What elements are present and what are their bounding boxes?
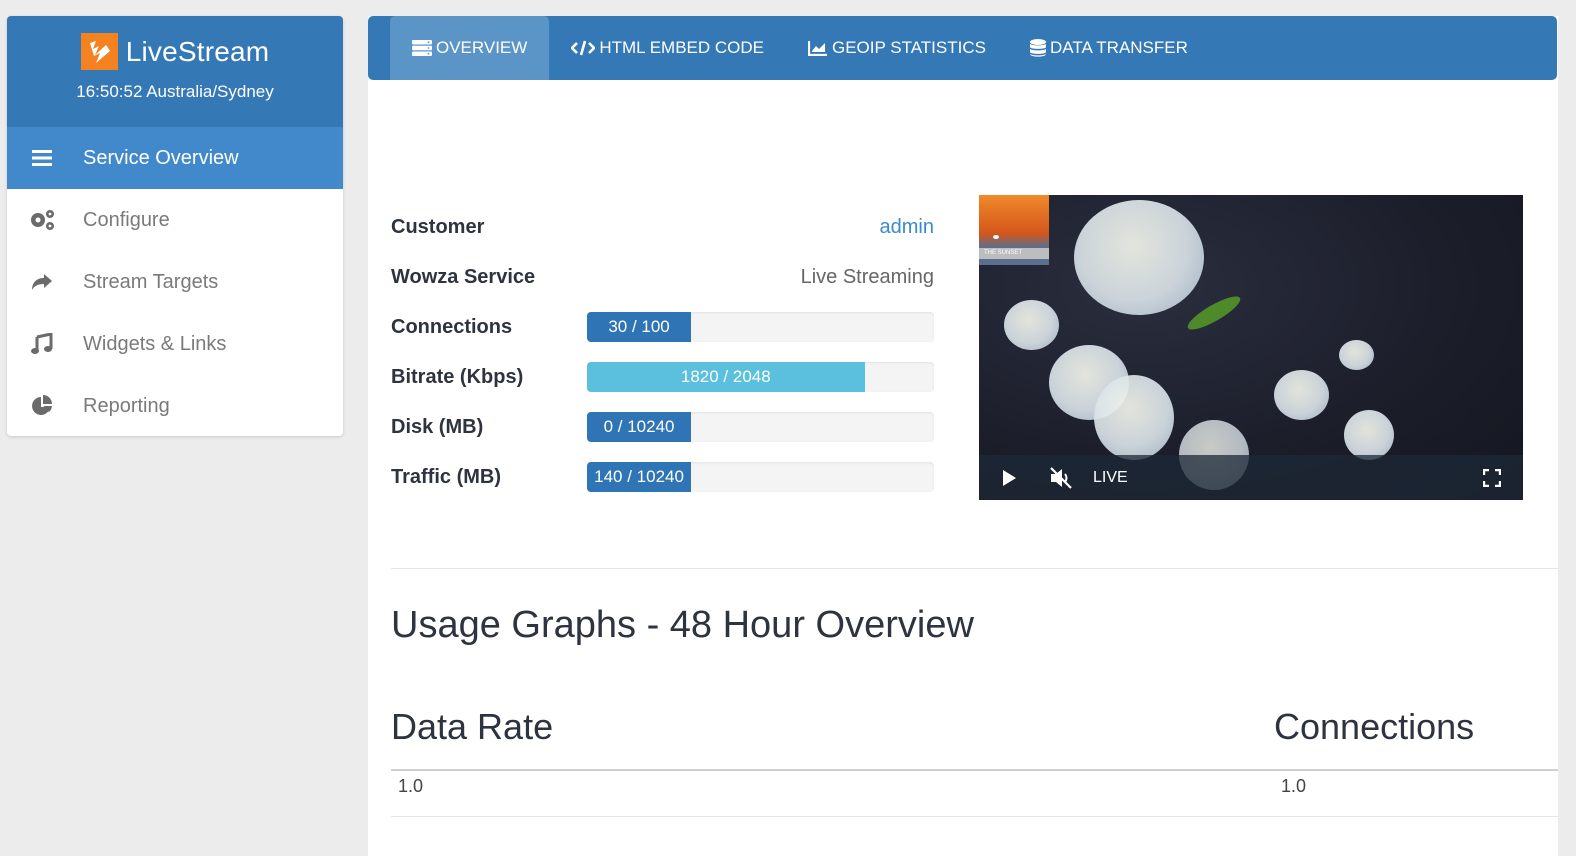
traffic-progress: 140 / 10240 [587,462,934,492]
video-frame-jellyfish [1274,370,1329,420]
video-frame-jellyfish [1004,300,1059,350]
service-row: Wowza Service Live Streaming [391,252,934,302]
customer-link[interactable]: admin [880,216,934,239]
bitrate-row: Bitrate (Kbps) 1820 / 2048 [391,352,934,402]
traffic-row: Traffic (MB) 140 / 10240 [391,452,934,502]
meter-label: Disk (MB) [391,415,484,438]
tab-bar: OVERVIEW HTML EMBED CODE GEOIP STATISTIC… [368,16,1557,80]
tab-overview[interactable]: OVERVIEW [390,16,550,80]
server-clock: 16:50:52 Australia/Sydney [76,82,274,101]
graph-grid-line [391,816,1558,817]
tab-label: GEOIP STATISTICS [832,38,986,57]
sidebar-item-label: Service Overview [83,146,239,169]
sidebar-item-label: Stream Targets [83,270,219,293]
sidebar-item-label: Reporting [83,394,170,417]
server-icon [412,40,432,56]
usage-graphs-title: Usage Graphs - 48 Hour Overview [391,604,974,646]
customer-label: Customer [391,215,485,238]
tab-html-embed-code[interactable]: HTML EMBED CODE [549,16,786,80]
tab-label: OVERVIEW [436,38,528,57]
meter-label: Connections [391,315,513,338]
connections-row: Connections 30 / 100 [391,302,934,352]
sidebar-item-label: Configure [83,208,170,231]
video-player[interactable]: THE SUNSET LIVE [979,195,1523,500]
disk-progress: 0 / 10240 [587,412,934,442]
area-chart-icon [808,40,828,56]
livestream-logo-icon [80,33,118,70]
tab-geoip-statistics[interactable]: GEOIP STATISTICS [786,16,1008,80]
music-icon [27,332,57,356]
play-button[interactable] [1001,469,1017,487]
tab-label: DATA TRANSFER [1049,38,1188,57]
meter-label: Traffic (MB) [391,465,501,488]
sidebar-item-reporting[interactable]: Reporting [7,375,343,436]
data-rate-tick-label: 1.0 [398,776,424,796]
customer-row: Customer admin [391,202,934,252]
fullscreen-button[interactable] [1483,468,1501,487]
tab-data-transfer[interactable]: DATA TRANSFER [1008,16,1210,80]
connections-progress: 30 / 100 [587,312,934,342]
code-icon [571,40,596,56]
progress-fill: 1820 / 2048 [587,362,865,392]
progress-fill: 30 / 100 [587,312,692,342]
sidebar-item-configure[interactable]: Configure [7,189,343,251]
progress-fill: 0 / 10240 [587,412,692,442]
disk-row: Disk (MB) 0 / 10240 [391,402,934,452]
sidebar-item-label: Widgets & Links [83,332,227,355]
sidebar-item-stream-targets[interactable]: Stream Targets [7,251,343,313]
pie-chart-icon [27,394,57,418]
bitrate-progress: 1820 / 2048 [587,362,934,392]
play-icon [1003,469,1016,486]
connections-tick-label: 1.0 [1281,776,1307,796]
video-frame-jellyfish [1094,375,1174,460]
progress-fill: 140 / 10240 [587,462,692,492]
video-frame-jellyfish [1339,340,1374,370]
player-controls: LIVE [979,455,1523,500]
volume-muted-icon [1050,466,1072,489]
sidebar: LiveStream 16:50:52 Australia/Sydney Ser… [7,16,343,436]
video-frame-jellyfish [1344,410,1394,460]
connections-graph-title: Connections [1274,706,1475,747]
mute-button[interactable] [1049,466,1073,489]
sidebar-item-widgets-links[interactable]: Widgets & Links [7,313,343,375]
data-rate-title: Data Rate [391,706,554,747]
fullscreen-icon [1483,468,1501,487]
graph-axis-line [391,769,1558,771]
tab-label: HTML EMBED CODE [599,38,764,57]
video-frame-jellyfish [1074,200,1204,315]
audio-thumbnail: THE SUNSET [979,195,1049,265]
service-value: Live Streaming [800,265,934,288]
section-divider [391,568,1558,569]
gears-icon [27,208,57,232]
bars-icon [27,146,57,170]
meter-label: Bitrate (Kbps) [391,365,524,388]
live-indicator: LIVE [1093,468,1128,486]
thumbnail-sun [993,235,999,239]
service-info: Customer admin Wowza Service Live Stream… [391,202,934,502]
brand-header: LiveStream 16:50:52 Australia/Sydney [7,16,343,127]
thumbnail-caption: THE SUNSET [979,248,1049,259]
database-icon [1029,39,1046,57]
share-arrow-icon [27,270,57,294]
main-panel: OVERVIEW HTML EMBED CODE GEOIP STATISTIC… [368,16,1558,856]
brand-name: LiveStream [125,35,270,67]
service-label: Wowza Service [391,265,536,288]
video-frame-weed [1184,291,1244,335]
sidebar-item-service-overview[interactable]: Service Overview [7,127,343,189]
